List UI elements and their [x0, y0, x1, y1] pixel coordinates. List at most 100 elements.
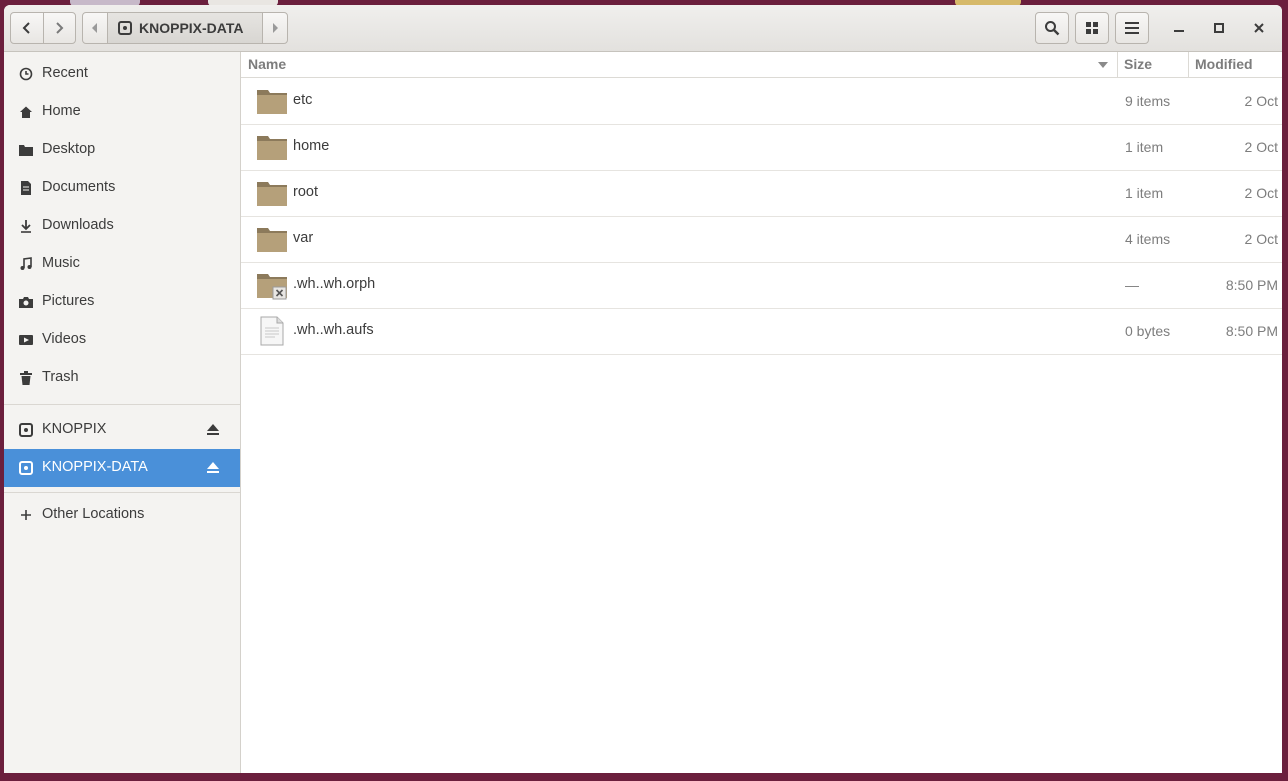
file-row[interactable]: var 4 items 2 Oct: [241, 216, 1282, 263]
grid-icon: [1086, 22, 1098, 34]
sidebar-divider: [4, 492, 240, 493]
forward-button[interactable]: [42, 13, 76, 43]
plus-icon: [18, 507, 34, 523]
file-row[interactable]: home 1 item 2 Oct: [241, 124, 1282, 171]
header-bar: KNOPPIX-DATA: [4, 5, 1282, 52]
file-size: 4 items: [1125, 231, 1171, 247]
chevron-right-icon: [56, 22, 64, 34]
eject-button[interactable]: [205, 422, 221, 438]
sidebar-item-downloads[interactable]: Downloads: [4, 207, 240, 245]
sort-descending-icon[interactable]: [1098, 62, 1108, 68]
file-size: 1 item: [1125, 139, 1164, 155]
document-icon: [18, 180, 34, 196]
sidebar-item-recent[interactable]: Recent: [4, 55, 240, 93]
sidebar-item-label: Music: [42, 255, 80, 271]
search-icon: [1045, 21, 1060, 36]
folder-icon: [18, 142, 34, 158]
camera-icon: [18, 294, 34, 310]
sidebar-item-videos[interactable]: Videos: [4, 321, 240, 359]
text-file-icon: [260, 316, 284, 346]
path-button-current[interactable]: KNOPPIX-DATA: [107, 13, 263, 43]
eject-icon: [207, 462, 219, 473]
clock-icon: [18, 66, 34, 82]
file-name: root: [293, 184, 318, 200]
file-modified: 8:50 PM: [1225, 277, 1278, 293]
sidebar-item-documents[interactable]: Documents: [4, 169, 240, 207]
file-name: .wh..wh.aufs: [293, 322, 374, 338]
file-modified: 2 Oct: [1244, 93, 1278, 109]
column-divider: [1117, 52, 1118, 77]
navigation-buttons: [10, 12, 76, 44]
sidebar-item-label: Videos: [42, 331, 87, 347]
trash-icon: [18, 370, 34, 386]
sidebar-item-trash[interactable]: Trash: [4, 359, 240, 397]
sidebar-item-label: Trash: [42, 369, 79, 385]
file-name: .wh..wh.orph: [293, 276, 376, 292]
file-modified: 2 Oct: [1244, 185, 1278, 201]
column-header: Name Size Modified: [241, 52, 1282, 78]
download-icon: [18, 218, 34, 234]
file-modified: 2 Oct: [1244, 231, 1278, 247]
column-divider: [1188, 52, 1189, 77]
folder-locked-icon: [257, 274, 287, 300]
file-name: etc: [293, 92, 313, 108]
sidebar-item-pictures[interactable]: Pictures: [4, 283, 240, 321]
sidebar-item-label: Recent: [42, 65, 88, 81]
sidebar-item-home[interactable]: Home: [4, 93, 240, 131]
drive-icon: [118, 21, 132, 35]
sidebar-item-desktop[interactable]: Desktop: [4, 131, 240, 169]
sidebar-divider: [4, 404, 240, 405]
video-icon: [18, 332, 34, 348]
path-scroll-left-button[interactable]: [83, 13, 107, 43]
file-size: 0 bytes: [1125, 323, 1171, 339]
folder-icon: [257, 182, 287, 206]
chevron-left-icon: [22, 22, 30, 34]
column-header-modified[interactable]: Modified: [1195, 56, 1253, 72]
view-mode-button[interactable]: [1075, 12, 1109, 44]
menu-button[interactable]: [1115, 12, 1149, 44]
file-list-view: Name Size Modified etc 9 items 2 Oct hom…: [241, 52, 1282, 773]
sidebar-item-knoppix-data[interactable]: KNOPPIX-DATA: [4, 449, 240, 487]
home-icon: [18, 104, 34, 120]
file-size: 9 items: [1125, 93, 1171, 109]
maximize-button[interactable]: [1209, 18, 1229, 38]
column-header-name[interactable]: Name: [248, 56, 286, 72]
eject-button[interactable]: [205, 460, 221, 476]
sidebar-item-music[interactable]: Music: [4, 245, 240, 283]
folder-icon: [257, 136, 287, 160]
close-button[interactable]: [1249, 18, 1269, 38]
file-manager-window: KNOPPIX-DATA Recent Home Desktop Documen…: [4, 5, 1282, 773]
sidebar-item-label: Other Locations: [42, 506, 145, 522]
triangle-left-icon: [92, 23, 97, 33]
minimize-icon: [1174, 30, 1184, 32]
file-row[interactable]: .wh..wh.orph — 8:50 PM: [241, 262, 1282, 309]
sidebar-item-other-locations[interactable]: Other Locations: [4, 496, 240, 534]
column-header-size[interactable]: Size: [1124, 56, 1152, 72]
file-row[interactable]: etc 9 items 2 Oct: [241, 78, 1282, 125]
file-size: —: [1125, 277, 1139, 293]
sidebar-item-label: KNOPPIX: [42, 421, 107, 437]
sidebar-item-label: Desktop: [42, 141, 96, 157]
maximize-icon: [1214, 23, 1224, 33]
folder-icon: [257, 228, 287, 252]
path-button-label: KNOPPIX-DATA: [139, 20, 244, 36]
file-modified: 2 Oct: [1244, 139, 1278, 155]
back-button[interactable]: [11, 13, 43, 43]
path-scroll-right-button[interactable]: [263, 13, 287, 43]
sidebar-item-label: KNOPPIX-DATA: [42, 459, 148, 475]
sidebar: Recent Home Desktop Documents Downloads …: [4, 52, 241, 773]
minimize-button[interactable]: [1169, 18, 1189, 38]
sidebar-item-label: Documents: [42, 179, 116, 195]
sidebar-item-label: Home: [42, 103, 81, 119]
eject-icon: [207, 424, 219, 435]
file-row[interactable]: .wh..wh.aufs 0 bytes 8:50 PM: [241, 308, 1282, 355]
drive-icon: [18, 422, 34, 438]
file-row[interactable]: root 1 item 2 Oct: [241, 170, 1282, 217]
music-icon: [18, 256, 34, 272]
folder-icon: [257, 90, 287, 114]
path-bar: KNOPPIX-DATA: [82, 12, 288, 44]
sidebar-item-knoppix[interactable]: KNOPPIX: [4, 411, 240, 449]
file-name: home: [293, 138, 330, 154]
search-button[interactable]: [1035, 12, 1069, 44]
file-modified: 8:50 PM: [1225, 323, 1278, 339]
